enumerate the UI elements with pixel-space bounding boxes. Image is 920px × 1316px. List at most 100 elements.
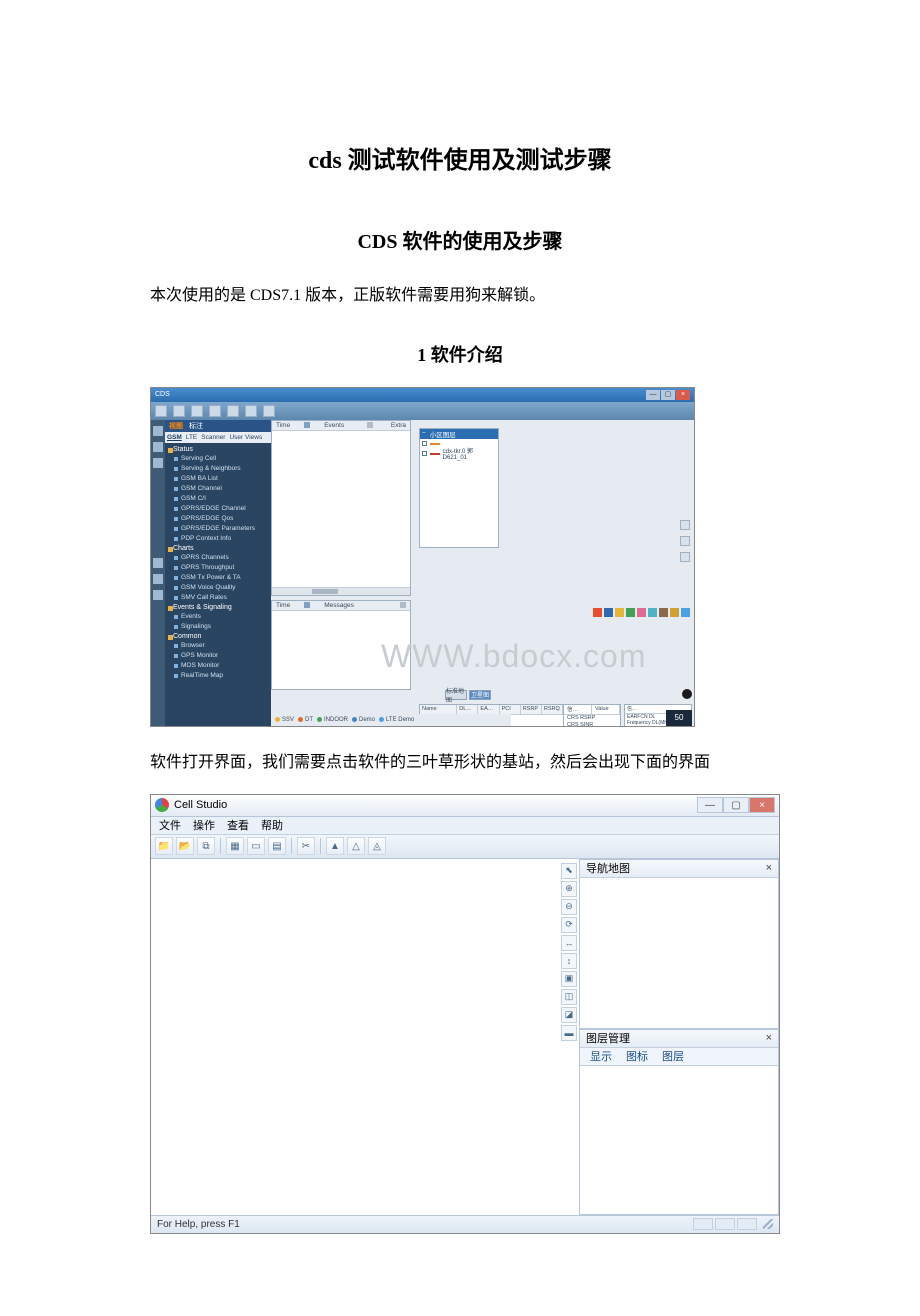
map-tool-icon[interactable] [680,520,690,530]
refresh-icon[interactable]: ⟳ [561,917,577,933]
layer-tab-layers[interactable]: 图层 [662,1048,684,1064]
minimize-button[interactable]: — [646,390,660,400]
palette-swatch[interactable] [648,608,657,617]
toolbar-icon[interactable] [209,405,221,417]
toolbar-basestation-icon[interactable]: ▲ [326,837,344,855]
tree-item[interactable]: RealTime Map [167,671,269,681]
dock-icon[interactable] [153,442,163,452]
tree-item[interactable]: MOS Monitor [167,661,269,671]
menu-file[interactable]: 文件 [159,817,181,833]
layer-tab-icon[interactable]: 图标 [626,1048,648,1064]
palette-swatch[interactable] [626,608,635,617]
tree-group-common[interactable]: Common [167,632,269,641]
menu-help[interactable]: 帮助 [261,817,283,833]
tree-header-tab[interactable]: 标注 [189,421,203,431]
close-button[interactable]: × [749,797,775,813]
pin-icon[interactable] [400,602,406,608]
nav-map-body[interactable] [580,878,778,1028]
eye-icon[interactable] [682,689,692,699]
palette-swatch[interactable] [670,608,679,617]
palette-swatch[interactable] [659,608,668,617]
sheet-tab[interactable]: INDOOR [317,717,348,723]
panel-close-icon[interactable]: × [766,1032,772,1044]
tree-tab-lte[interactable]: LTE [186,434,197,441]
dock-icon[interactable] [153,558,163,568]
filter-icon[interactable] [304,602,310,608]
layer-tab-display[interactable]: 显示 [590,1048,612,1064]
dock-icon[interactable] [153,458,163,468]
maximize-button[interactable]: ▢ [723,797,749,813]
tree-item[interactable]: GSM BA List [167,474,269,484]
fit-horizontal-icon[interactable]: ↔ [561,935,577,951]
toolbar-icon[interactable] [155,405,167,417]
tree-item[interactable]: GPRS Throughput [167,563,269,573]
tree-tab-scanner[interactable]: Scanner [201,434,225,441]
dock-icon[interactable] [153,590,163,600]
toolbar-stop-icon[interactable]: ▭ [247,837,265,855]
toolbar-cascade-icon[interactable]: ▤ [268,837,286,855]
tree-item[interactable]: Serving & Neighbors [167,464,269,474]
tree-item[interactable]: GPRS Channels [167,553,269,563]
toolbar-icon[interactable] [173,405,185,417]
folder-tool-icon[interactable]: ▬ [561,1025,577,1041]
toolbar-cut-icon[interactable]: ✂ [297,837,315,855]
palette-swatch[interactable] [604,608,613,617]
toolbar-basestation-icon[interactable]: ◬ [368,837,386,855]
select-tool-icon[interactable]: ▣ [561,971,577,987]
tree-item[interactable]: GPRS/EDGE Qos [167,514,269,524]
tree-item[interactable]: Events [167,612,269,622]
toolbar-icon[interactable] [191,405,203,417]
layer-tool-icon[interactable]: ◫ [561,989,577,1005]
menu-view[interactable]: 查看 [227,817,249,833]
map-canvas[interactable] [151,859,559,1215]
checkbox[interactable] [422,441,427,446]
resize-grip-icon[interactable] [763,1219,773,1229]
layer-tool-icon[interactable]: ◪ [561,1007,577,1023]
tree-item[interactable]: GSM Voice Quality [167,583,269,593]
tree-item[interactable]: GPS Monitor [167,651,269,661]
tree-tab-userviews[interactable]: User Views [229,434,262,441]
palette-swatch[interactable] [637,608,646,617]
tree-item[interactable]: GSM C/I [167,494,269,504]
palette-swatch[interactable] [593,608,602,617]
tree-group-status[interactable]: Status [167,445,269,454]
tree-item[interactable]: SMV Call Rates [167,593,269,603]
tree-tab-gsm[interactable]: GSM [167,434,182,441]
dock-icon[interactable] [153,426,163,436]
fit-vertical-icon[interactable]: ↕ [561,953,577,969]
layer-body[interactable] [580,1066,778,1214]
tree-header-tab[interactable]: 视图 [169,421,183,431]
dock-icon[interactable] [153,574,163,584]
toolbar-icon[interactable] [263,405,275,417]
sheet-tab[interactable]: DT [298,717,313,723]
menu-action[interactable]: 操作 [193,817,215,833]
panel-close-icon[interactable]: × [766,862,772,874]
toolbar-open-icon[interactable]: 📂 [176,837,194,855]
map-tool-icon[interactable] [680,552,690,562]
map-view-satellite[interactable]: 卫星图 [469,690,491,700]
toolbar-icon[interactable] [227,405,239,417]
zoom-in-icon[interactable]: ⊕ [561,881,577,897]
pointer-tool-icon[interactable]: ⬉ [561,863,577,879]
sheet-tab[interactable]: Demo [352,717,375,723]
tree-item[interactable]: GSM Tx Power & TA [167,573,269,583]
minimize-button[interactable]: — [697,797,723,813]
tree-item[interactable]: Serving Cell [167,454,269,464]
maximize-button[interactable]: ▢ [661,390,675,400]
map-tool-icon[interactable] [680,536,690,546]
pin-icon[interactable] [367,422,373,428]
tree-item[interactable]: GPRS/EDGE Channel [167,504,269,514]
palette-swatch[interactable] [681,608,690,617]
hscrollbar[interactable] [272,587,410,595]
sheet-tab[interactable]: LTE Demo [379,717,414,723]
filter-icon[interactable] [304,422,310,428]
toolbar-open-icon[interactable]: 📁 [155,837,173,855]
tree-item[interactable]: Signalings [167,622,269,632]
zoom-out-icon[interactable]: ⊖ [561,899,577,915]
toolbar-copy-icon[interactable]: ⧉ [197,837,215,855]
toolbar-basestation-icon[interactable]: △ [347,837,365,855]
minus-icon[interactable]: − [422,430,426,437]
palette-swatch[interactable] [615,608,624,617]
close-button[interactable]: × [676,390,690,400]
tree-group-charts[interactable]: Charts [167,544,269,553]
